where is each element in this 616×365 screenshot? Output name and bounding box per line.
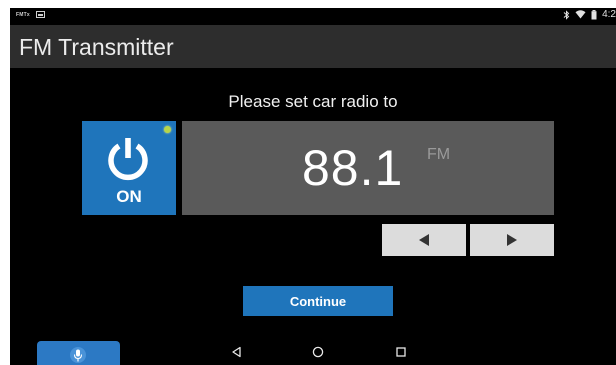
status-bar-left: FMTx <box>16 11 45 18</box>
status-indicator-dot <box>164 126 171 133</box>
tune-down-button[interactable] <box>382 224 466 256</box>
clock: 4:2 <box>602 9 616 20</box>
frequency-display: 88.1 FM <box>182 121 554 215</box>
frequency-unit: FM <box>427 146 451 163</box>
battery-icon <box>591 9 597 20</box>
status-bar: FMTx 4:2 <box>10 8 616 25</box>
home-icon[interactable] <box>311 345 325 359</box>
instruction-text: Please set car radio to <box>228 92 398 111</box>
microphone-icon <box>73 349 83 362</box>
triangle-right-icon <box>507 234 517 246</box>
app-bar: FM Transmitter <box>10 25 616 68</box>
power-icon <box>108 138 148 181</box>
status-bar-right: 4:2 <box>563 9 616 20</box>
frequency-value: 88.1 <box>302 140 404 196</box>
wifi-icon <box>575 10 586 19</box>
power-toggle-button[interactable]: ON <box>82 121 176 215</box>
bluetooth-icon <box>563 9 570 20</box>
notification-tag: FMTx <box>16 11 30 18</box>
triangle-left-icon <box>419 234 429 246</box>
app-title: FM Transmitter <box>19 34 174 60</box>
power-state-label: ON <box>116 187 142 206</box>
voice-input-button[interactable] <box>37 341 120 365</box>
image-icon <box>35 11 45 18</box>
back-icon[interactable] <box>230 345 244 359</box>
recent-apps-icon[interactable] <box>394 345 408 359</box>
device-screen: FMTx 4:2 FM Transmitter Please set car r… <box>10 8 616 365</box>
continue-button[interactable]: Continue <box>243 286 393 316</box>
tune-up-button[interactable] <box>470 224 554 256</box>
